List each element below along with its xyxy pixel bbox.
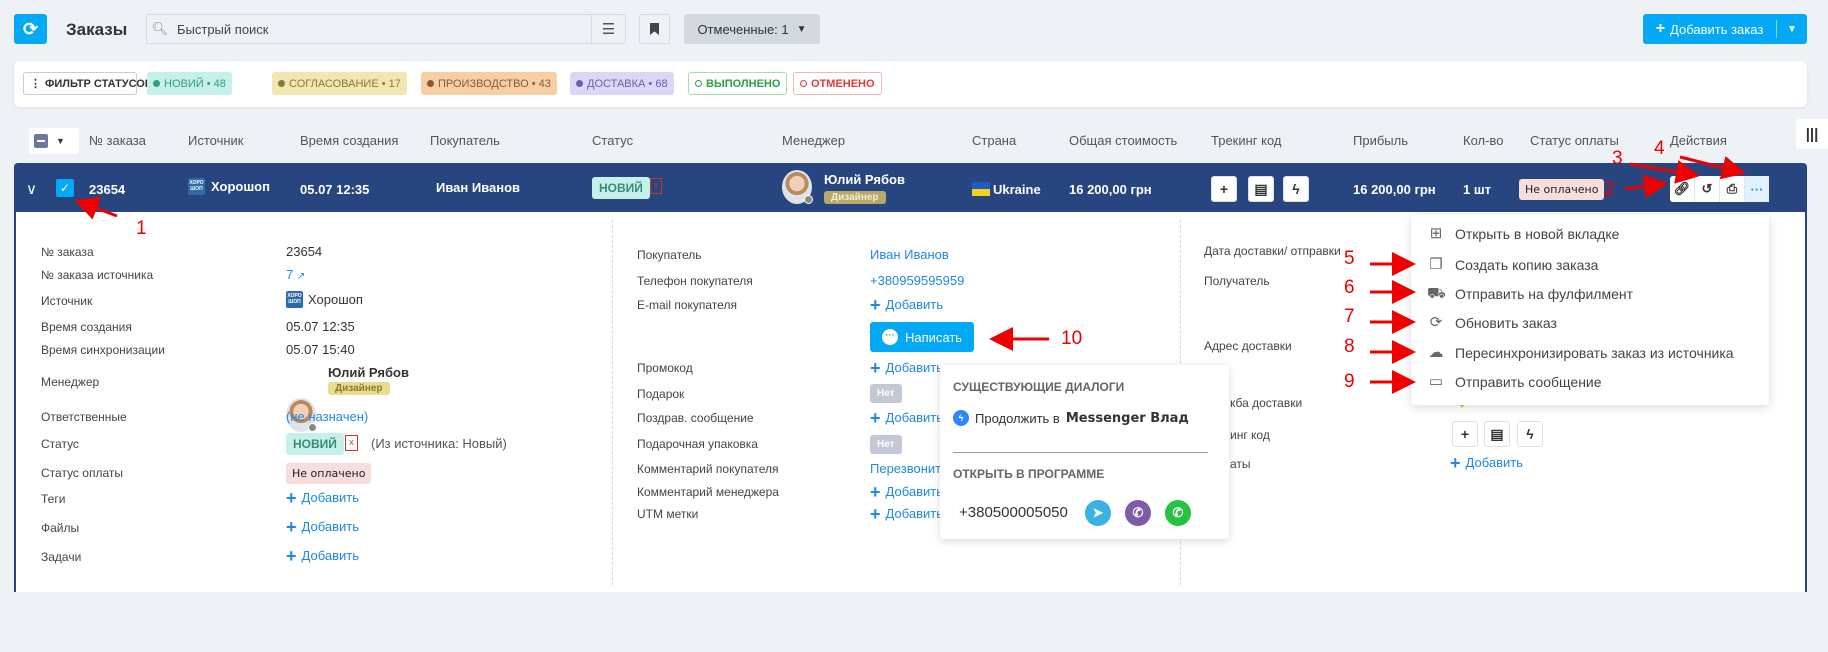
annotation-1: 1: [136, 218, 147, 239]
annotation-10: 10: [1061, 328, 1083, 349]
annotation-7: 7: [1344, 306, 1355, 327]
arrow-4: [1679, 155, 1746, 180]
annotation-5: 5: [1344, 248, 1355, 269]
arrow-1: [74, 197, 118, 220]
annotation-4: 4: [1654, 138, 1665, 159]
annotation-3: 3: [1612, 148, 1623, 169]
annotation-9: 9: [1344, 371, 1355, 392]
annotation-arrows: [74, 155, 1746, 394]
annotation-8: 8: [1344, 336, 1355, 357]
annotation-6: 6: [1344, 277, 1355, 298]
annotation-2: 2: [1604, 179, 1615, 200]
arrow-3: [1629, 160, 1700, 184]
arrow-2: [1624, 174, 1668, 199]
